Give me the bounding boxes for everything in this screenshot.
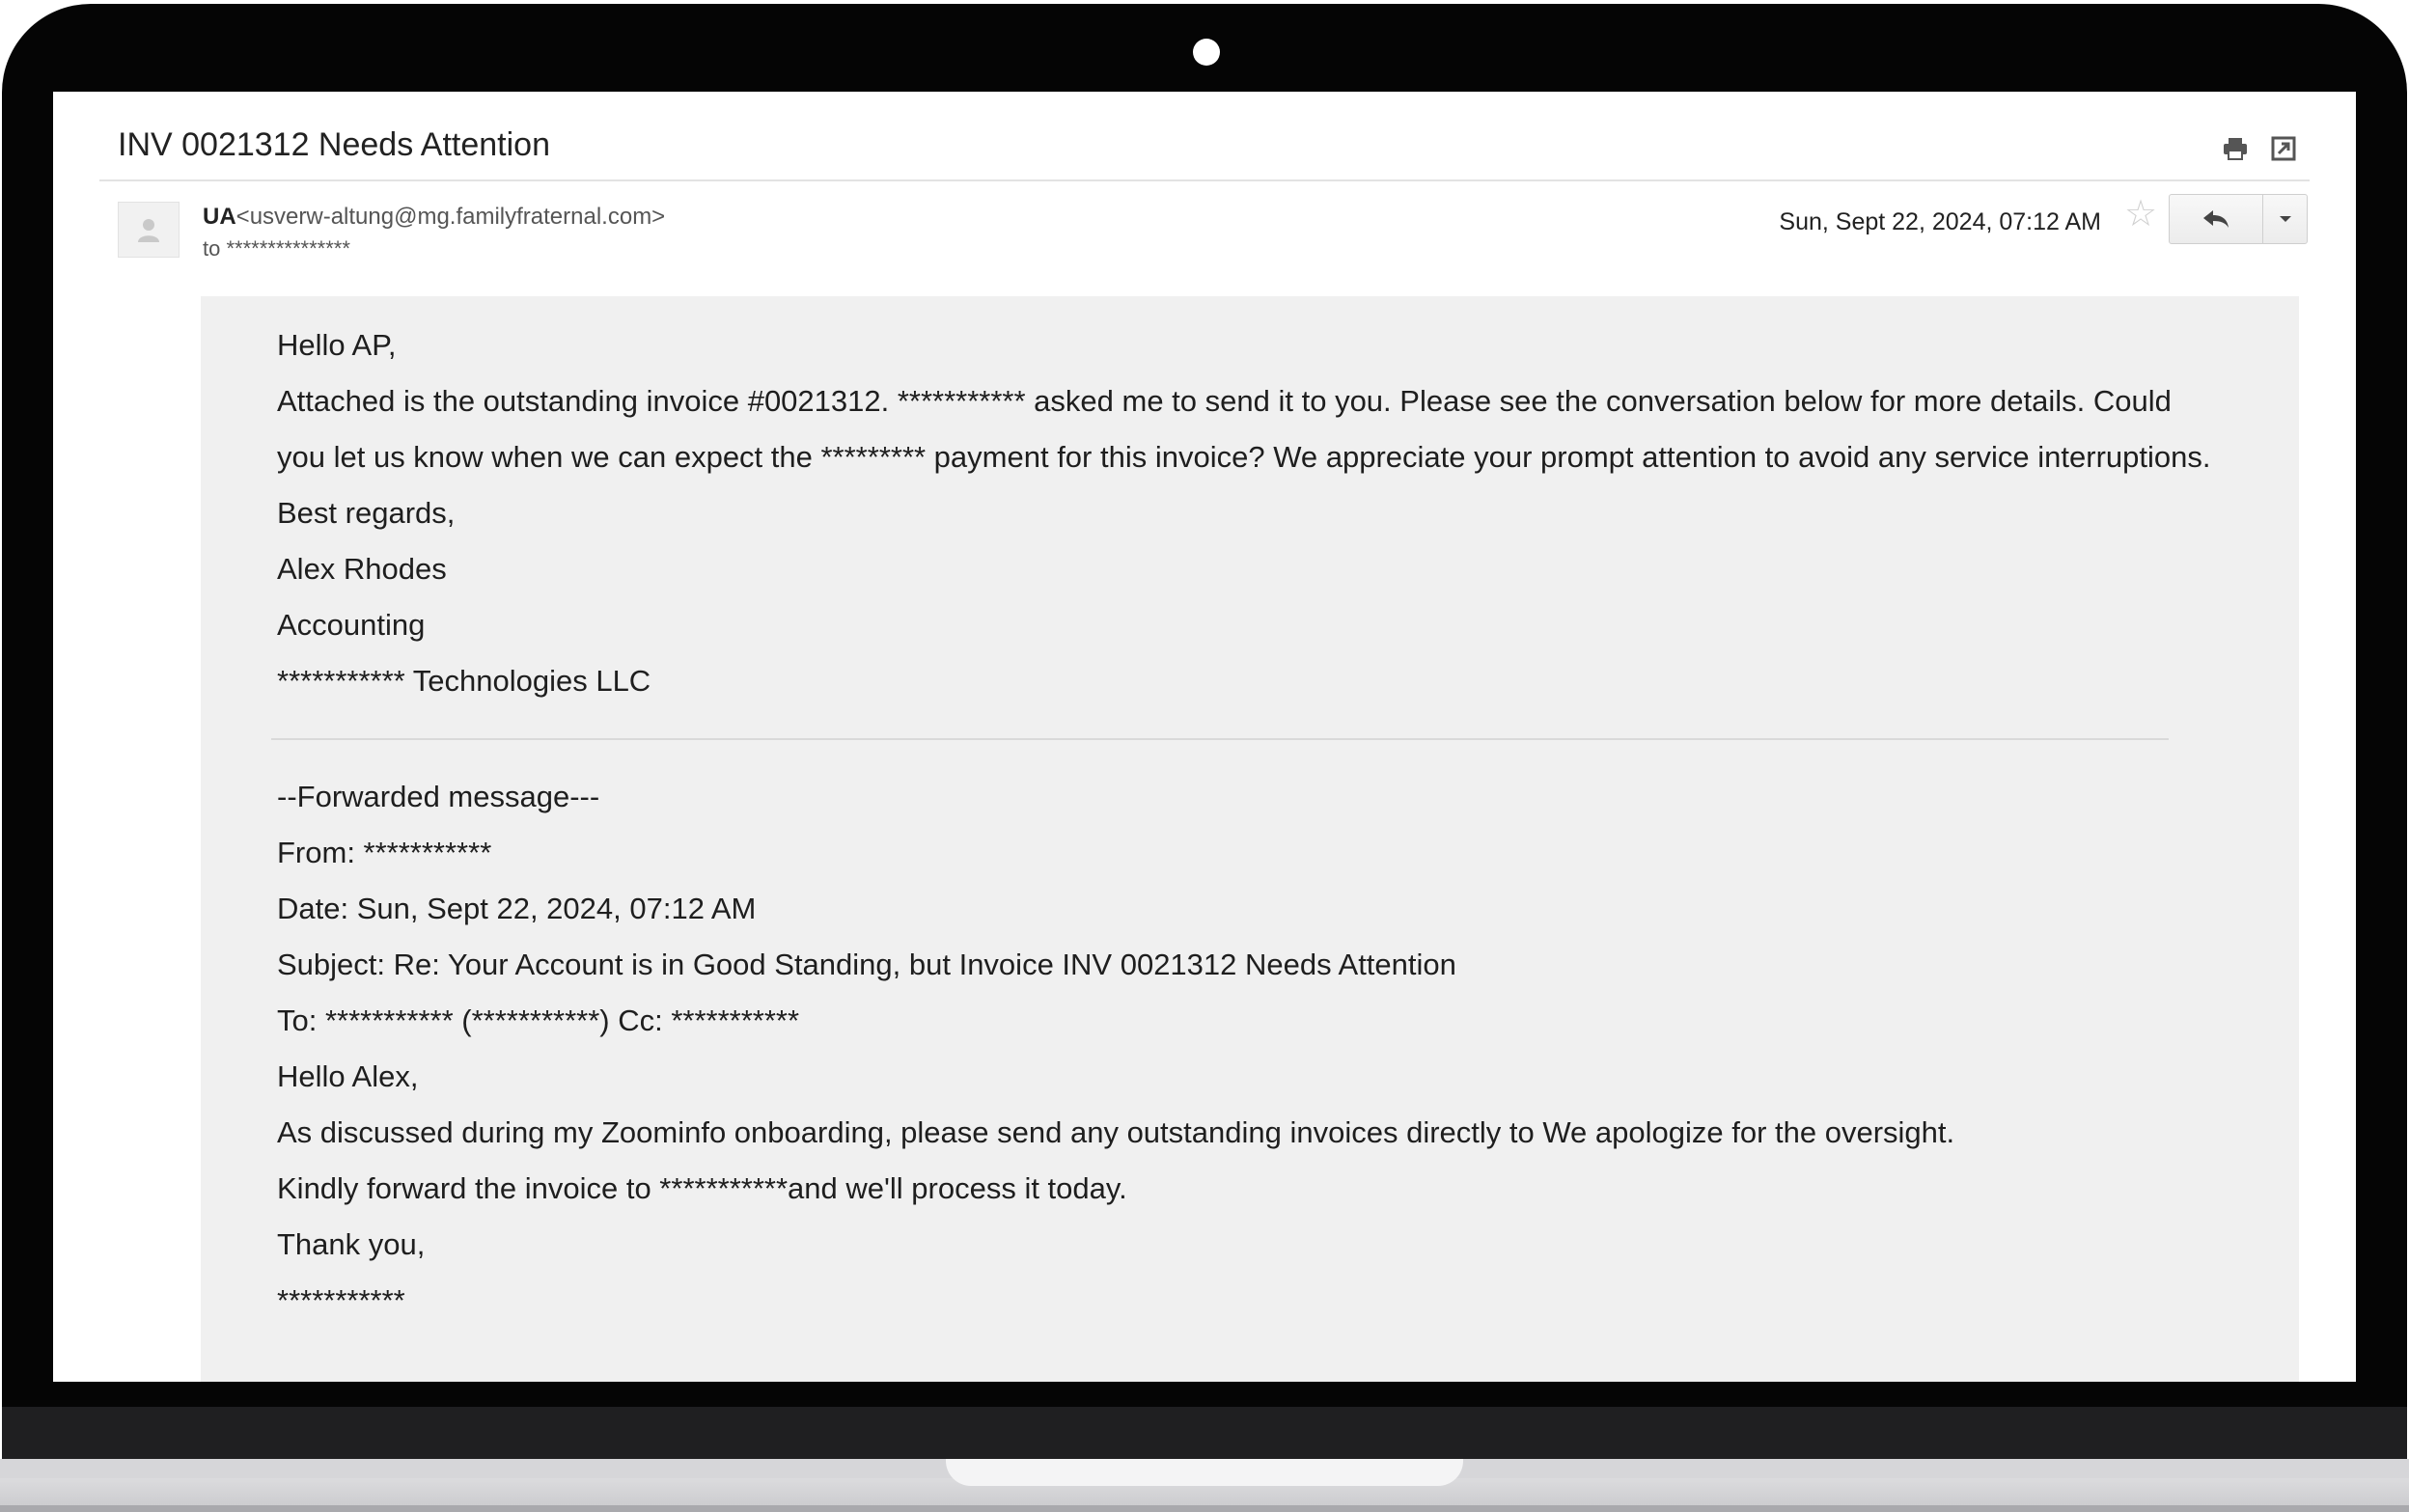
more-options-button[interactable] [2263, 195, 2307, 243]
forwarded-greeting: Hello Alex, [277, 1059, 419, 1093]
email-subject: INV 0021312 Needs Attention [118, 126, 550, 163]
email-window: INV 0021312 Needs Attention UA<usverw-al… [53, 92, 2356, 1382]
forwarded-from: From: *********** [277, 836, 492, 869]
signer-company: *********** Technologies LLC [277, 664, 651, 698]
forwarded-subject: Subject: Re: Your Account is in Good Sta… [277, 948, 1456, 981]
header-divider [99, 179, 2310, 181]
person-icon [138, 219, 159, 242]
forwarded-line-2: Kindly forward the invoice to **********… [277, 1171, 1127, 1205]
chevron-down-icon [2279, 216, 2291, 222]
laptop-notch [946, 1459, 1463, 1486]
forward-divider [271, 738, 2169, 740]
recipient-line: to *************** [203, 236, 350, 261]
print-icon[interactable] [2221, 134, 2250, 163]
body-greeting: Hello AP, [277, 328, 397, 362]
forwarded-signature: *********** [277, 1283, 405, 1317]
forwarded-closing: Thank you, [277, 1227, 426, 1261]
sender-line: UA<usverw-altung@mg.familyfraternal.com> [203, 204, 665, 231]
sender-name: UA [203, 204, 236, 230]
body-closing: Best regards, [277, 496, 456, 530]
sender-email[interactable]: <usverw-altung@mg.familyfraternal.com> [236, 204, 666, 230]
star-icon[interactable]: ☆ [2124, 196, 2157, 233]
laptop-chin [2, 1407, 2407, 1459]
email-date: Sun, Sept 22, 2024, 07:12 AM [1779, 208, 2101, 235]
avatar [118, 202, 180, 258]
forwarded-header: --Forwarded message--- [277, 780, 600, 813]
forwarded-date: Date: Sun, Sept 22, 2024, 07:12 AM [277, 892, 757, 925]
reply-button[interactable] [2170, 195, 2263, 243]
to-value: *************** [226, 236, 350, 261]
top-actions [2221, 134, 2298, 163]
signer-name: Alex Rhodes [277, 552, 447, 586]
forwarded-line-1: As discussed during my Zoominfo onboardi… [277, 1115, 1955, 1149]
signer-dept: Accounting [277, 608, 426, 642]
forwarded-to-cc: To: *********** (***********) Cc: ******… [277, 1003, 800, 1037]
body-paragraph: Attached is the outstanding invoice #002… [277, 384, 2211, 474]
camera-icon [1193, 39, 1220, 66]
reply-button-group [2169, 194, 2308, 244]
message-body: Hello AP, Attached is the outstanding in… [201, 296, 2299, 1382]
laptop-frame: INV 0021312 Needs Attention UA<usverw-al… [0, 0, 2409, 1512]
laptop-base-bottom [0, 1505, 2409, 1512]
reply-icon [2203, 210, 2229, 228]
message-text: Hello AP, Attached is the outstanding in… [271, 317, 2217, 1329]
new-window-icon[interactable] [2269, 134, 2298, 163]
to-label: to [203, 236, 221, 261]
